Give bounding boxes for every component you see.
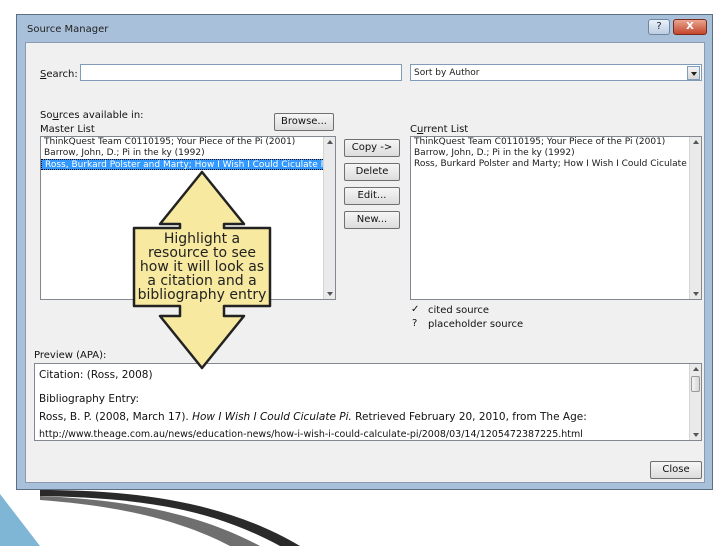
dialog-title: Source Manager <box>27 24 109 35</box>
master-list-item[interactable]: ThinkQuest Team C0110195; Your Piece of … <box>41 137 335 148</box>
callout-line: resource to see <box>147 245 257 261</box>
citation-line: Citation: (Ross, 2008) <box>39 369 153 381</box>
callout-line: how it will look as <box>139 259 265 275</box>
title-close-button[interactable]: X <box>673 19 707 35</box>
callout-line: a citation and a <box>147 273 257 289</box>
scroll-down-icon[interactable] <box>327 292 333 296</box>
callout-text: Highlight a resource to see how it will … <box>128 232 276 302</box>
bibliography-entry: Ross, B. P. (2008, March 17). How I Wish… <box>39 411 587 423</box>
callout-line: bibliography entry <box>137 287 267 303</box>
preview-box[interactable]: Citation: (Ross, 2008) Bibliography Entr… <box>34 363 702 441</box>
delete-button[interactable]: Delete <box>344 163 400 181</box>
placeholder-question-icon: ? <box>412 318 418 329</box>
sort-dropdown-value: Sort by Author <box>414 68 480 78</box>
search-input[interactable] <box>80 64 402 81</box>
current-list-item[interactable]: Barrow, John, D.; Pi in the ky (1992) <box>411 148 701 159</box>
search-label: Search: <box>40 69 78 80</box>
cited-check-icon: ✓ <box>411 304 420 315</box>
master-list-label: Master List <box>40 124 95 135</box>
title-bar: Source Manager ? X <box>17 15 712 41</box>
sort-dropdown[interactable]: Sort by Author <box>410 64 702 81</box>
master-list-item[interactable]: Barrow, John, D.; Pi in the ky (1992) <box>41 148 335 159</box>
current-list-label: Current List <box>410 124 469 135</box>
placeholder-source-legend: placeholder source <box>428 319 524 330</box>
preview-label: Preview (APA): <box>34 350 107 361</box>
master-list-item-selected[interactable]: Ross, Burkard Polster and Marty; How I W… <box>41 159 335 170</box>
scroll-up-icon[interactable] <box>327 140 333 144</box>
new-button[interactable]: New... <box>344 211 400 229</box>
close-button[interactable]: Close <box>650 461 702 479</box>
sources-available-label: Sources available in: <box>40 110 144 121</box>
help-button[interactable]: ? <box>648 19 670 35</box>
bibliography-heading: Bibliography Entry: <box>39 393 140 405</box>
scroll-up-icon[interactable] <box>693 140 699 144</box>
slide-swoosh-decoration <box>0 490 300 546</box>
chevron-down-icon[interactable] <box>687 66 700 80</box>
current-list-item[interactable]: ThinkQuest Team C0110195; Your Piece of … <box>411 137 701 148</box>
scroll-down-icon[interactable] <box>693 433 699 437</box>
edit-button[interactable]: Edit... <box>344 187 400 205</box>
scroll-up-icon[interactable] <box>693 367 699 371</box>
current-list[interactable]: ThinkQuest Team C0110195; Your Piece of … <box>410 136 702 300</box>
cited-source-legend: cited source <box>428 305 490 316</box>
copy-button[interactable]: Copy -> <box>344 139 400 157</box>
master-list-scrollbar[interactable] <box>323 137 335 299</box>
preview-scrollbar[interactable] <box>689 364 701 440</box>
browse-button[interactable]: Browse... <box>274 113 334 131</box>
bibliography-url: http://www.theage.com.au/news/education-… <box>39 429 583 440</box>
scroll-down-icon[interactable] <box>693 292 699 296</box>
callout-line: Highlight a <box>163 231 241 247</box>
current-list-item[interactable]: Ross, Burkard Polster and Marty; How I W… <box>411 159 701 170</box>
current-list-scrollbar[interactable] <box>689 137 701 299</box>
preview-scroll-thumb[interactable] <box>691 376 700 392</box>
